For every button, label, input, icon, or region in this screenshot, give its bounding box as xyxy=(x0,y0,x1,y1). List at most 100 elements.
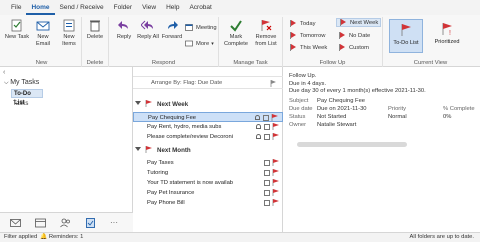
forward-button[interactable]: Forward xyxy=(159,19,185,41)
flag-icon[interactable] xyxy=(272,179,280,186)
today-button[interactable]: Today xyxy=(289,19,315,28)
tomorrow-button[interactable]: Tomorrow xyxy=(289,31,325,40)
prioritized-view-button[interactable]: ! Prioritized xyxy=(429,19,465,53)
reply-all-label: Reply All xyxy=(137,34,159,40)
search-box[interactable] xyxy=(133,67,283,77)
flag-icon[interactable] xyxy=(271,114,279,121)
no-date-button[interactable]: No Date xyxy=(338,31,370,40)
filter-applied-text: Filter applied xyxy=(4,234,38,240)
due-in-text: Due in 4 days. xyxy=(289,81,327,87)
nav-item-tasks[interactable]: Tasks xyxy=(13,101,28,107)
tab-view[interactable]: View xyxy=(137,0,161,15)
reply-all-button[interactable]: Reply All xyxy=(135,19,161,41)
followup-text: Follow Up. xyxy=(289,73,317,79)
task-body-text xyxy=(297,142,407,147)
flag-icon[interactable] xyxy=(272,159,280,166)
complete-checkbox[interactable] xyxy=(264,180,270,186)
flag-icon[interactable] xyxy=(272,123,280,130)
more-button[interactable]: More ▾ xyxy=(185,39,214,48)
flag-icon[interactable] xyxy=(272,199,280,206)
trash-icon xyxy=(88,19,102,32)
new-task-button[interactable]: New Task xyxy=(4,19,30,41)
complete-checkbox[interactable] xyxy=(263,115,269,121)
group-next-week[interactable]: Next Week xyxy=(135,100,188,110)
reply-button[interactable]: Reply xyxy=(111,19,137,41)
task-row[interactable]: Pay Pet Insurance xyxy=(133,188,283,198)
new-items-button[interactable]: New Items xyxy=(56,19,82,48)
task-row[interactable]: Please complete/review Decoronizing ... xyxy=(133,132,283,142)
nav-item-todo-list[interactable]: To-Do List xyxy=(11,89,43,106)
calendar-icon[interactable] xyxy=(35,218,46,228)
more-options-icon[interactable]: ··· xyxy=(110,218,121,228)
complete-checkbox[interactable] xyxy=(264,124,270,130)
flag-icon xyxy=(145,100,153,107)
flag-icon xyxy=(338,32,346,39)
flag-icon xyxy=(338,44,346,51)
group-manage-task: Mark Complete Remove from List Manage Ta… xyxy=(219,17,283,67)
meeting-label: Meeting xyxy=(196,24,217,31)
bell-icon xyxy=(256,134,261,139)
flag-icon xyxy=(289,20,297,27)
reminders-indicator[interactable]: 🔔 Reminders: 1 xyxy=(40,233,83,242)
task-row[interactable]: Pay Chequing Fee xyxy=(133,112,283,122)
task-title: Please complete/review Decoronizing ... xyxy=(147,134,233,140)
complete-checkbox[interactable] xyxy=(264,160,270,166)
delete-button[interactable]: Delete xyxy=(82,19,108,41)
todo-list-view-button[interactable]: To-Do List xyxy=(389,19,423,53)
next-week-button[interactable]: Next Week xyxy=(336,18,382,27)
complete-checkbox[interactable] xyxy=(264,134,270,140)
group-label: Next Week xyxy=(157,101,189,108)
tab-home[interactable]: Home xyxy=(26,0,55,15)
task-row[interactable]: Pay Taxes xyxy=(133,158,283,168)
tab-help[interactable]: Help xyxy=(161,0,184,15)
task-row[interactable]: Pay Rent, hydro, media subs xyxy=(133,122,283,132)
flag-icon xyxy=(399,23,413,37)
task-row[interactable]: Tutoring xyxy=(133,168,283,178)
flag-icon[interactable] xyxy=(272,133,280,140)
task-row[interactable]: Your TD statement is now available xyxy=(133,178,283,188)
followup-info: Follow Up. xyxy=(289,73,316,79)
meeting-button[interactable]: Meeting xyxy=(185,23,217,32)
chevron-left-icon[interactable]: ‹ xyxy=(3,69,5,76)
group-next-month[interactable]: Next Month xyxy=(135,146,191,156)
envelope-icon xyxy=(36,19,50,32)
group-respond-label: Respond xyxy=(151,60,176,66)
flag-icon[interactable] xyxy=(272,169,280,176)
task-title: Your TD statement is now available xyxy=(147,180,233,186)
flag-icon[interactable] xyxy=(272,189,280,196)
this-week-button[interactable]: This Week xyxy=(289,43,327,52)
complete-checkbox[interactable] xyxy=(264,200,270,206)
due-info: Due in 4 days. Due day 30 of every 1 mon… xyxy=(289,81,426,95)
delete-label: Delete xyxy=(86,34,104,40)
flag-icon xyxy=(145,146,153,153)
group-current-view: To-Do List ! Prioritized Current View xyxy=(383,17,478,67)
remove-from-list-button[interactable]: Remove from List xyxy=(253,19,279,48)
tab-acrobat[interactable]: Acrobat xyxy=(184,0,216,15)
priority-flag-icon: ! xyxy=(440,22,454,37)
task-row[interactable]: Pay Phone Bill xyxy=(133,198,283,208)
column-header[interactable]: Arrange By: Flag: Due Date xyxy=(133,77,283,89)
forward-icon xyxy=(165,19,179,32)
complete-checkbox[interactable] xyxy=(264,170,270,176)
new-items-label: New Items xyxy=(62,34,76,47)
group-respond: Reply Reply All Forward Meeting More ▾ R… xyxy=(109,17,219,67)
due-date-value: Due on 2021-11-30 xyxy=(317,106,367,112)
new-email-button[interactable]: New Email xyxy=(30,19,56,48)
task-list-pane: Arrange By: Flag: Due Date Next Week Pay… xyxy=(133,67,283,232)
flag-icon xyxy=(339,19,347,26)
task-title: Pay Taxes xyxy=(147,160,174,166)
my-tasks-header[interactable]: ⌵ My Tasks xyxy=(4,79,39,87)
tab-send-receive[interactable]: Send / Receive xyxy=(55,0,109,15)
tab-folder[interactable]: Folder xyxy=(109,0,137,15)
flag-icon xyxy=(289,44,297,51)
mark-complete-button[interactable]: Mark Complete xyxy=(223,19,249,48)
complete-checkbox[interactable] xyxy=(264,190,270,196)
tasks-icon[interactable] xyxy=(85,217,96,228)
mail-icon[interactable] xyxy=(10,218,21,228)
custom-button[interactable]: Custom xyxy=(338,43,369,52)
group-follow-up-label: Follow Up xyxy=(319,60,346,66)
bell-icon xyxy=(256,124,261,129)
new-task-label: New Task xyxy=(4,34,30,40)
tab-file[interactable]: File xyxy=(6,0,26,15)
people-icon[interactable] xyxy=(60,218,71,228)
